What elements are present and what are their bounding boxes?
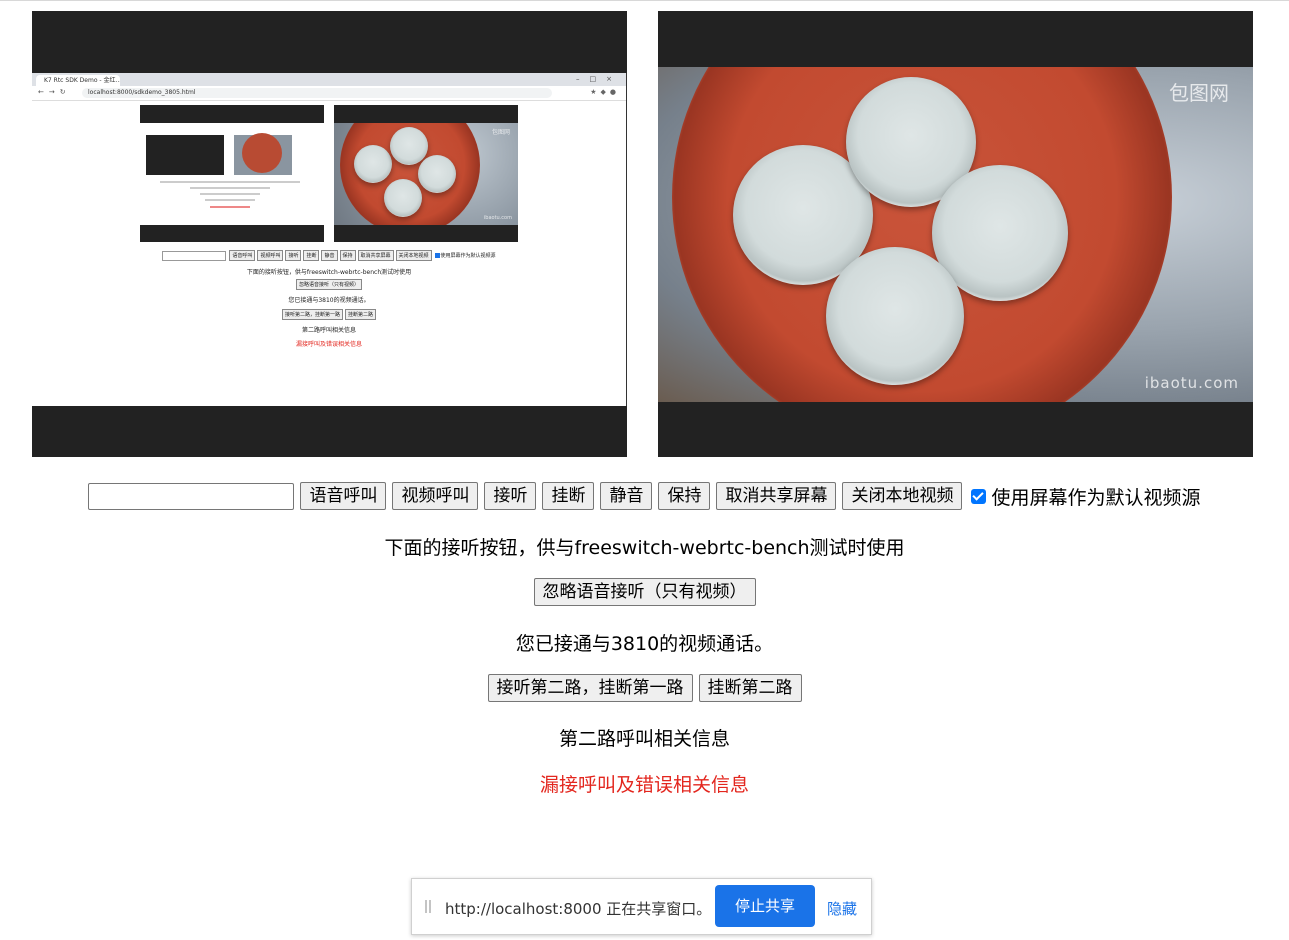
preview-btn: 视频呼叫 xyxy=(257,250,284,261)
voice-call-button[interactable]: 语音呼叫 xyxy=(300,482,387,510)
preview-btn: 保持 xyxy=(339,250,356,261)
preview-btn: 静音 xyxy=(321,250,338,261)
video-call-button[interactable]: 视频呼叫 xyxy=(392,482,479,510)
hangup-second-button[interactable]: 挂断第二路 xyxy=(698,674,802,702)
second-line-info: 第二路呼叫相关信息 xyxy=(558,728,730,750)
call-controls: 语音呼叫 视频呼叫 接听 挂断 静音 保持 取消共享屏幕 关闭本地视频 使用屏幕… xyxy=(0,482,1289,512)
top-divider xyxy=(0,0,1289,1)
preview-nested-screen xyxy=(140,123,324,225)
preview-watermark-bottom: ibaotu.com xyxy=(483,215,512,221)
browser-url: localhost:8000/sdkdemo_3805.html xyxy=(82,88,552,98)
preview-nested-video xyxy=(146,135,224,175)
remote-video-frame: 包图网 ibaotu.com xyxy=(658,67,1253,402)
hide-link[interactable]: 隐藏 xyxy=(827,898,857,919)
preview-missed-info: 漏接呼叫及错误相关信息 xyxy=(295,341,362,348)
preview-nested-remote xyxy=(234,133,292,175)
local-video: K7 Rtc SDK Demo - 金红... –□× ←→↻ localhos… xyxy=(32,11,627,457)
answer-button[interactable]: 接听 xyxy=(484,482,537,510)
watermark-bottom: ibaotu.com xyxy=(1144,374,1239,392)
nav-arrows-icon: ←→↻ xyxy=(38,88,71,96)
preview-checkbox-label: 使用屏幕作为默认视频源 xyxy=(440,253,496,259)
drag-handle-icon[interactable] xyxy=(425,900,431,913)
preview-ignore-row: 忽略语音接听（只有视频） xyxy=(32,279,626,290)
ignore-audio-row: 忽略语音接听（只有视频） xyxy=(0,578,1289,606)
browser-tab: K7 Rtc SDK Demo - 金红... xyxy=(36,75,120,86)
second-line-controls: 接听第二路，挂断第一路 挂断第二路 xyxy=(0,674,1289,702)
cancel-share-screen-button[interactable]: 取消共享屏幕 xyxy=(716,482,837,510)
hold-button[interactable]: 保持 xyxy=(658,482,711,510)
browser-tab-strip: K7 Rtc SDK Demo - 金红... –□× xyxy=(32,73,626,86)
window-controls-icon: –□× xyxy=(576,75,622,83)
screen-default-checkbox[interactable] xyxy=(971,488,987,504)
preview-btn: 语音呼叫 xyxy=(229,250,256,261)
preview-control-row: 语音呼叫 视频呼叫 接听 挂断 静音 保持 取消共享屏幕 关闭本地视频 使用屏幕… xyxy=(32,250,626,261)
preview-btn: 取消共享屏幕 xyxy=(357,250,394,261)
call-status: 您已接通与3810的视频通话。 xyxy=(515,633,774,655)
preview-line-row: 接听第二路，挂断第一路 挂断第二路 xyxy=(32,309,626,320)
stop-sharing-button[interactable]: 停止共享 xyxy=(715,885,815,927)
screen-share-bar: http://localhost:8000 正在共享窗口。 停止共享 隐藏 xyxy=(411,878,872,935)
ignore-audio-answer-button[interactable]: 忽略语音接听（只有视频） xyxy=(533,578,756,606)
mute-button[interactable]: 静音 xyxy=(600,482,653,510)
screen-share-preview: K7 Rtc SDK Demo - 金红... –□× ←→↻ localhos… xyxy=(32,73,627,406)
preview-checkbox xyxy=(434,253,440,258)
answer-second-hangup-first-button[interactable]: 接听第二路，挂断第一路 xyxy=(487,674,693,702)
preview-status: 您已接通与3810的视频通话。 xyxy=(288,297,370,304)
preview-ignore-btn: 忽略语音接听（只有视频） xyxy=(295,279,362,290)
bench-note: 下面的接听按钮，供与freeswitch-webrtc-bench测试时使用 xyxy=(384,537,905,559)
preview-remote-video: 包图网 ibaotu.com xyxy=(334,105,518,242)
preview-bench-note: 下面的接听按钮，供与freeswitch-webrtc-bench测试时使用 xyxy=(246,269,412,276)
hangup-button[interactable]: 挂断 xyxy=(542,482,595,510)
preview-watermark-top: 包图网 xyxy=(491,129,510,136)
missed-call-info: 漏接呼叫及错误相关信息 xyxy=(539,774,749,796)
preview-btn: 关闭本地视频 xyxy=(395,250,432,261)
preview-input xyxy=(162,250,227,261)
number-input[interactable] xyxy=(88,482,295,510)
extension-icons: ★◆● xyxy=(590,88,620,96)
preview-line-btn: 接听第二路，挂断第一路 xyxy=(281,309,343,320)
preview-local-video xyxy=(140,105,324,242)
watermark-top: 包图网 xyxy=(1169,81,1229,105)
browser-toolbar: ←→↻ localhost:8000/sdkdemo_3805.html ★◆● xyxy=(32,86,626,101)
preview-second-info: 第二路呼叫相关信息 xyxy=(301,327,356,334)
close-local-video-button[interactable]: 关闭本地视频 xyxy=(842,482,963,510)
preview-line-btn: 挂断第二路 xyxy=(345,309,377,320)
share-message: http://localhost:8000 正在共享窗口。 xyxy=(445,900,712,918)
screen-default-label: 使用屏幕作为默认视频源 xyxy=(991,486,1201,509)
remote-video: 包图网 ibaotu.com xyxy=(658,11,1253,457)
screen-default-toggle: 使用屏幕作为默认视频源 xyxy=(971,483,1201,510)
preview-btn: 接听 xyxy=(285,250,302,261)
preview-btn: 挂断 xyxy=(303,250,320,261)
